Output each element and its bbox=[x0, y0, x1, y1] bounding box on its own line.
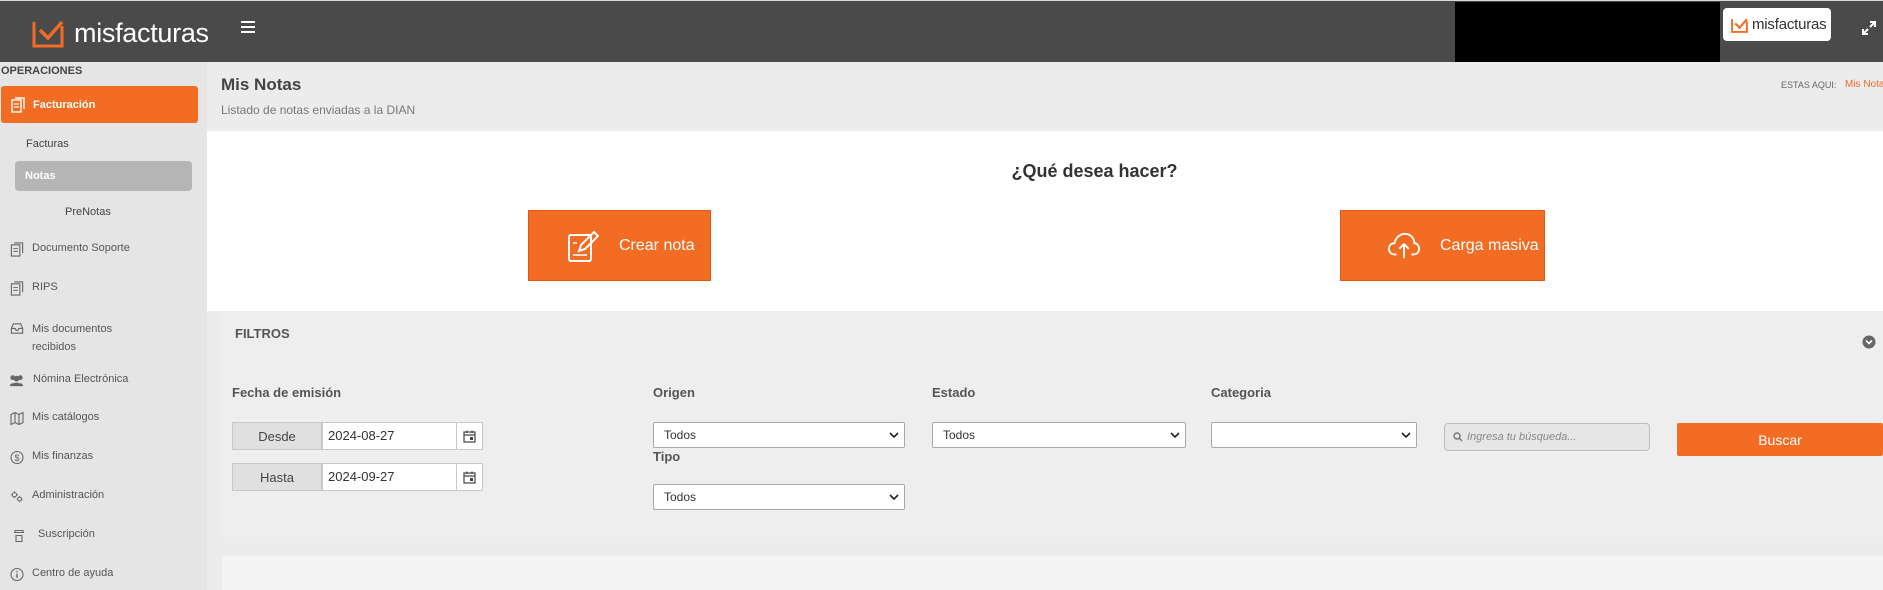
sidebar-item-mis-documentos-recibidos[interactable]: Mis documentos recibidos bbox=[10, 320, 200, 356]
filters-panel: FILTROS Fecha de emisión Desde 2024-08-2… bbox=[222, 312, 1883, 537]
main-content: Mis Notas Listado de notas enviadas a la… bbox=[207, 62, 1883, 590]
tipo-label: Tipo bbox=[653, 449, 681, 464]
cloud-upload-icon bbox=[1388, 232, 1420, 258]
actions-panel: ¿Qué desea hacer? bbox=[207, 131, 1883, 311]
origen-select[interactable]: Todos bbox=[653, 422, 905, 448]
search-placeholder: Ingresa tu búsqueda... bbox=[1467, 431, 1577, 443]
logo-text: misfacturas bbox=[74, 17, 209, 48]
sidebar-subitem-notas[interactable]: Notas bbox=[15, 161, 192, 191]
desde-label: Desde bbox=[232, 422, 322, 450]
sidebar-item-label: Mis finanzas bbox=[32, 450, 94, 462]
sidebar-item-label: Administración bbox=[32, 489, 105, 501]
categoria-label: Categoria bbox=[1211, 385, 1271, 400]
sidebar-item-mis-catalogos[interactable]: Mis catálogos bbox=[10, 411, 99, 426]
calendar-icon bbox=[463, 430, 476, 443]
estado-label: Estado bbox=[932, 385, 976, 400]
sidebar-item-label: Nómina Electrónica bbox=[33, 373, 129, 385]
sidebar-subitem-prenotas[interactable]: PreNotas bbox=[65, 206, 111, 218]
create-note-button[interactable]: Crear nota bbox=[528, 210, 711, 281]
hasta-calendar-button[interactable] bbox=[456, 463, 483, 491]
sidebar-item-documento-soporte[interactable]: Documento Soporte bbox=[10, 242, 130, 257]
origen-select-value: Todos bbox=[664, 428, 697, 442]
tipo-select-value: Todos bbox=[664, 490, 697, 504]
breadcrumb-current[interactable]: Mis Notas bbox=[1845, 79, 1883, 90]
sidebar-item-label: Facturación bbox=[33, 98, 96, 111]
sidebar-item-rips[interactable]: RIPS bbox=[10, 281, 58, 296]
sidebar-item-administracion[interactable]: Administración bbox=[10, 489, 104, 504]
chevron-down-icon bbox=[889, 432, 899, 439]
logo-check-icon bbox=[32, 20, 64, 48]
sidebar-item-label: Suscripción bbox=[38, 528, 95, 540]
hand-icon bbox=[14, 529, 24, 543]
sidebar-item-label: RIPS bbox=[32, 281, 58, 293]
estado-select-value: Todos bbox=[943, 428, 976, 442]
results-panel bbox=[222, 556, 1883, 590]
badge-text: misfacturas bbox=[1752, 16, 1827, 33]
estado-select[interactable]: Todos bbox=[932, 422, 1186, 448]
origen-label: Origen bbox=[653, 385, 695, 400]
logo[interactable]: misfacturas bbox=[32, 18, 209, 48]
settings-icon bbox=[10, 491, 23, 503]
bulk-upload-label: Carga masiva bbox=[1440, 236, 1539, 254]
sidebar-section-label: OPERACIONES bbox=[1, 65, 83, 77]
brand-badge[interactable]: misfacturas bbox=[1723, 8, 1831, 41]
sidebar-item-label: Centro de ayuda bbox=[32, 567, 114, 579]
sidebar-item-centro-de-ayuda[interactable]: Centro de ayuda bbox=[10, 567, 113, 582]
create-note-label: Crear nota bbox=[619, 236, 695, 254]
search-icon bbox=[1453, 432, 1463, 442]
page-subtitle: Listado de notas enviadas a la DIAN bbox=[221, 103, 416, 117]
menu-toggle-icon[interactable] bbox=[241, 21, 255, 35]
desde-date-input[interactable]: 2024-08-27 bbox=[322, 422, 457, 450]
document-icon bbox=[10, 281, 24, 296]
sidebar-item-suscripcion[interactable]: Suscripción bbox=[12, 528, 95, 543]
sidebar-item-nomina-electronica[interactable]: Nómina Electrónica bbox=[8, 373, 128, 388]
hasta-date-input[interactable]: 2024-09-27 bbox=[322, 463, 457, 491]
fullscreen-expand-icon[interactable] bbox=[1861, 20, 1877, 36]
edit-note-icon bbox=[568, 230, 599, 262]
breadcrumb-label: ESTAS AQUI: bbox=[1781, 80, 1837, 90]
sidebar: OPERACIONES Facturación Facturas Notas P… bbox=[0, 62, 207, 590]
chevron-down-icon bbox=[889, 494, 899, 501]
sidebar-subitem-facturas[interactable]: Facturas bbox=[26, 138, 69, 150]
chevron-down-icon bbox=[1401, 432, 1411, 439]
map-icon bbox=[10, 411, 24, 426]
dollar-icon: $ bbox=[10, 450, 24, 465]
search-button[interactable]: Buscar bbox=[1677, 423, 1883, 456]
fecha-emision-label: Fecha de emisión bbox=[232, 385, 342, 400]
top-bar: misfacturas misfacturas bbox=[0, 0, 1883, 62]
document-icon bbox=[11, 96, 25, 113]
users-icon bbox=[9, 375, 24, 387]
categoria-select[interactable] bbox=[1211, 422, 1417, 448]
sidebar-item-mis-finanzas[interactable]: $ Mis finanzas bbox=[10, 450, 93, 465]
tipo-select[interactable]: Todos bbox=[653, 484, 905, 510]
actions-question: ¿Qué desea hacer? bbox=[1011, 161, 1178, 181]
calendar-icon bbox=[463, 471, 476, 484]
svg-text:$: $ bbox=[14, 453, 19, 463]
sidebar-item-label: Mis documentos recibidos bbox=[32, 323, 113, 353]
sidebar-item-facturacion[interactable]: Facturación bbox=[1, 86, 198, 123]
redacted-area bbox=[1455, 2, 1720, 62]
sidebar-item-label: Mis catálogos bbox=[32, 411, 100, 423]
chevron-down-icon[interactable] bbox=[1862, 335, 1876, 349]
desde-calendar-button[interactable] bbox=[456, 422, 483, 450]
bulk-upload-button[interactable]: Carga masiva bbox=[1340, 210, 1545, 281]
filters-title: FILTROS bbox=[235, 326, 290, 341]
search-input[interactable]: Ingresa tu búsqueda... bbox=[1444, 423, 1650, 451]
sidebar-item-label: Documento Soporte bbox=[32, 242, 130, 254]
badge-check-icon bbox=[1731, 17, 1748, 33]
inbox-icon bbox=[10, 323, 24, 334]
chevron-down-icon bbox=[1170, 432, 1180, 439]
page-title: Mis Notas bbox=[221, 75, 302, 94]
hasta-label: Hasta bbox=[232, 463, 322, 491]
document-icon bbox=[10, 242, 24, 257]
info-icon bbox=[10, 567, 24, 582]
